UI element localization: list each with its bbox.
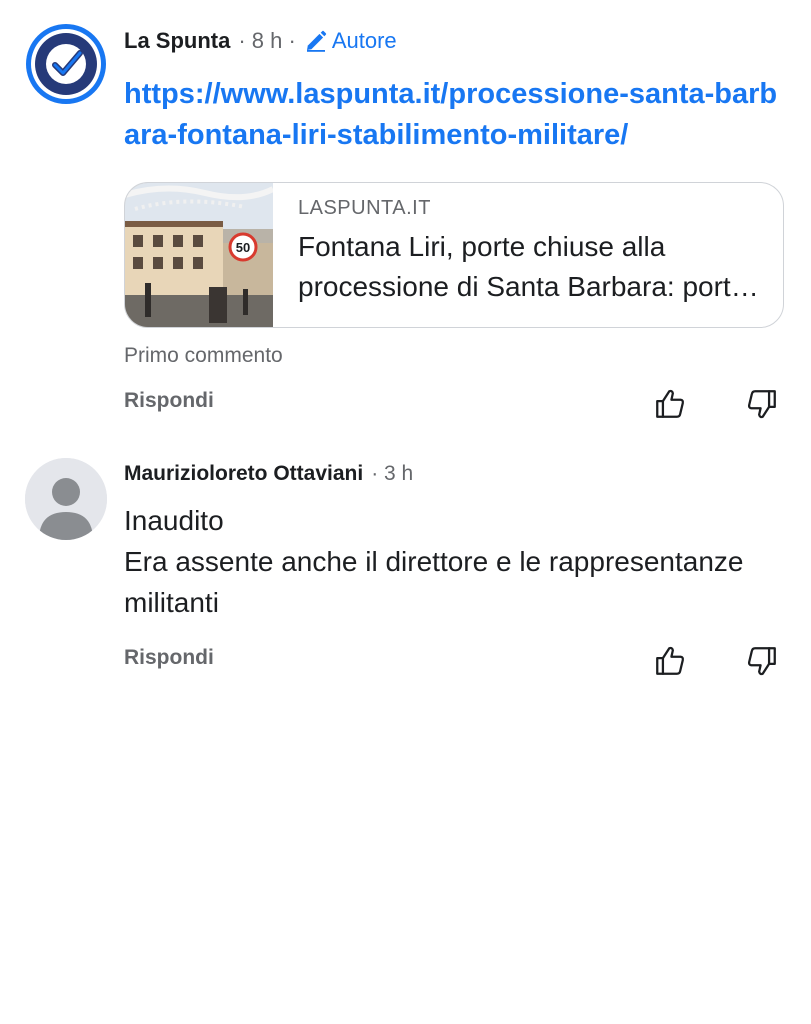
check-badge-icon [26,24,106,104]
comment-header: Maurizioloreto Ottaviani · 3 h [124,460,413,488]
comment-dislike-button[interactable] [742,641,782,681]
thumbs-up-icon [656,646,685,675]
thumbs-up-icon [656,389,685,418]
pencil-icon [306,30,327,52]
preview-thumbnail: 50 [125,183,273,327]
comment-author-name[interactable]: Maurizioloreto Ottaviani [124,462,363,486]
post-reply-button[interactable]: Rispondi [124,389,214,413]
thumbs-down-icon [747,390,776,419]
post-like-button[interactable] [650,384,690,424]
post-timestamp: · 8 h · [238,28,296,53]
comment-timestamp: · 3 h [371,462,414,485]
comment-reply-button[interactable]: Rispondi [124,646,214,670]
post-dislike-button[interactable] [742,384,782,424]
post-link[interactable]: https://www.laspunta.it/processione-sant… [124,74,784,156]
post-header: La Spunta · 8 h · Autore [124,26,397,56]
thumbs-down-icon [747,647,776,676]
page-avatar[interactable] [24,22,108,106]
post-author-name[interactable]: La Spunta [124,28,230,54]
author-badge-label: Autore [331,28,397,53]
comment-like-button[interactable] [650,641,690,681]
speed-sign-text: 50 [236,240,250,255]
preview-title: Fontana Liri, porte chiuse alla processi… [298,231,747,302]
first-comment-label: Primo commento [124,344,283,367]
person-silhouette-icon [25,458,107,540]
comment-text: Inaudito Era assente anche il direttore … [124,505,744,618]
link-preview-card[interactable]: 50 LASPUNTA.IT Fontana Liri, porte chius… [124,182,784,328]
commenter-avatar[interactable] [25,458,107,540]
author-badge: Autore [304,28,397,54]
preview-domain: LASPUNTA.IT [298,197,431,219]
